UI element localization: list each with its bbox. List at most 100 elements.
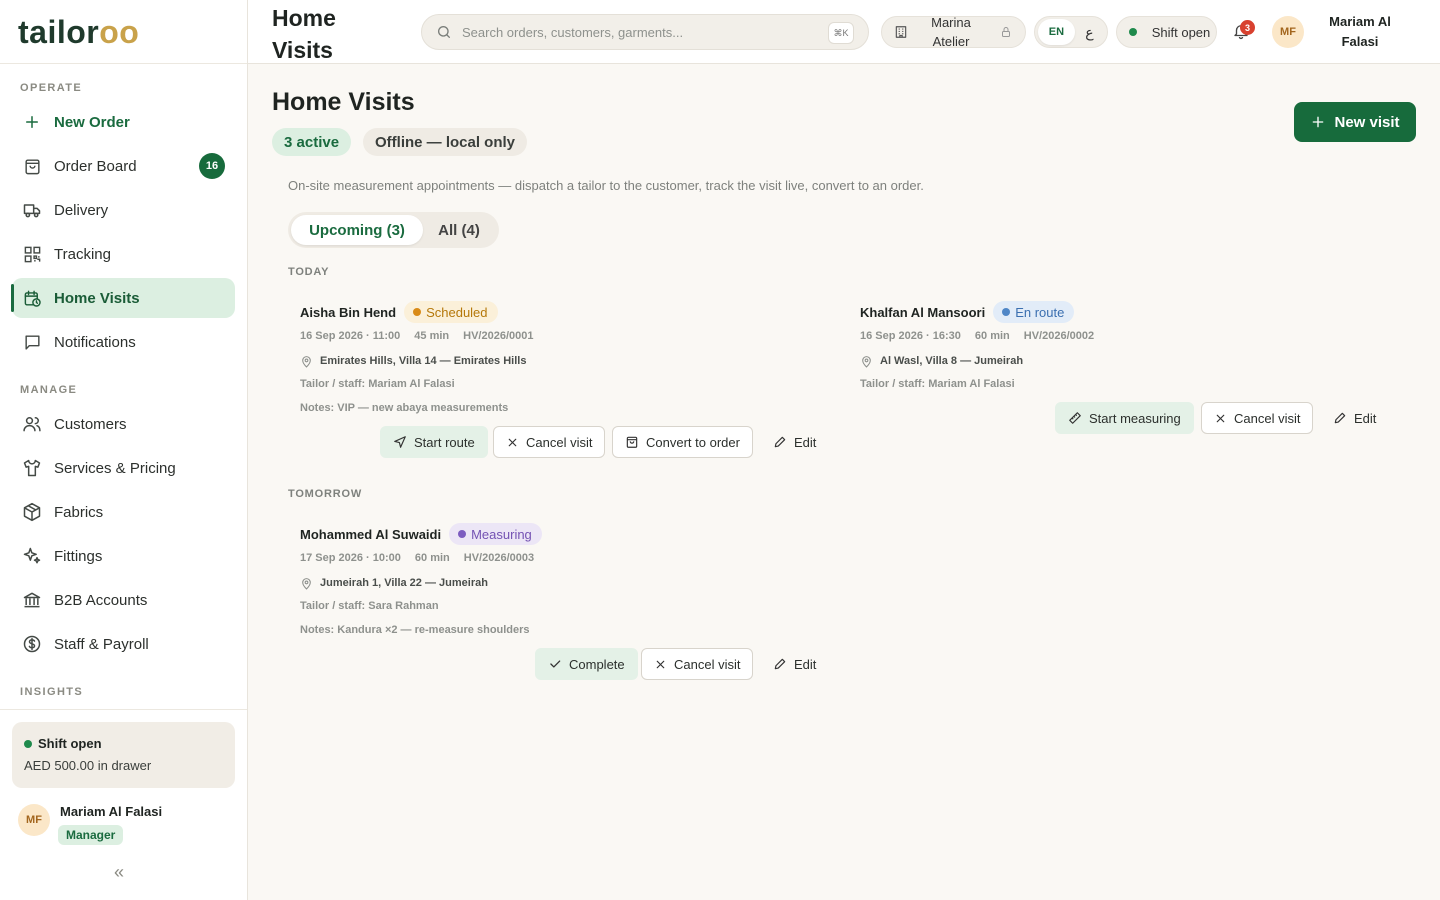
navigation-icon [393,435,407,449]
button-label: Start route [414,434,475,450]
sidebar-user[interactable]: MF Mariam Al Falasi Manager [18,804,162,845]
sidebar-item-fabrics[interactable]: Fabrics [12,492,235,532]
edit-button[interactable]: Edit [760,648,829,680]
visit-staff: Tailor / staff: Mariam Al Falasi [860,378,1015,390]
tab-all[interactable]: All (4) [423,215,495,245]
sidebar-item-home-visits[interactable]: Home Visits [11,278,235,318]
shift-status-pill[interactable]: Shift open [1116,16,1217,48]
plus-icon [22,112,42,132]
search-input[interactable] [462,24,822,40]
customer-name[interactable]: Mohammed Al Suwaidi [300,527,441,542]
shortcut-hint: ⌘K [828,22,854,44]
visit-address: Jumeirah 1, Villa 22 — Jumeirah [320,577,488,589]
close-icon [654,658,667,671]
status-badge: Scheduled [404,301,498,323]
sidebar-item-label: Order Board [54,157,137,175]
new-visit-button[interactable]: New visit [1294,102,1416,142]
button-label: Start measuring [1089,410,1181,426]
store-selector[interactable]: Marina Atelier [881,15,1026,49]
cancel-visit-button[interactable]: Cancel visit [1201,402,1314,434]
tab-upcoming[interactable]: Upcoming (3) [291,215,423,245]
shift-status-card[interactable]: Shift open AED 500.00 in drawer [12,722,235,788]
customer-name[interactable]: Khalfan Al Mansoori [860,305,985,320]
visit-duration: 60 min [974,330,1010,342]
sidebar-item-label: Customers [54,415,127,433]
group-label-tomorrow: TOMORROW [288,488,363,500]
visit-datetime: 17 Sep 2026 · 10:00 [300,552,401,564]
status-badge: En route [993,301,1075,323]
cancel-visit-button[interactable]: Cancel visit [641,648,754,680]
new-visit-label: New visit [1334,113,1400,131]
shift-drawer-amount: AED 500.00 in drawer [24,758,152,773]
notification-count-badge: 3 [1240,20,1255,35]
sidebar-item-label: Fabrics [54,503,104,521]
shift-status-text: Shift open [1151,24,1211,40]
avatar[interactable]: MF [1272,16,1304,48]
edit-button[interactable]: Edit [1320,402,1389,434]
status-dot-icon [24,739,32,748]
sidebar-item-services-pricing[interactable]: Services & Pricing [12,448,235,488]
collapse-sidebar-button[interactable]: « [114,862,124,883]
visit-address: Al Wasl, Villa 8 — Jumeirah [880,355,1024,367]
brand-logo[interactable]: tailoroo [0,0,247,64]
calendar-clock-icon [22,288,42,308]
edit-button[interactable]: Edit [760,426,829,458]
start-measuring-button[interactable]: Start measuring [1055,402,1194,434]
visit-staff: Tailor / staff: Mariam Al Falasi [300,378,455,390]
visit-datetime: 16 Sep 2026 · 16:30 [860,330,961,342]
users-icon [22,414,42,434]
sidebar-divider [0,709,247,710]
sidebar-item-fittings[interactable]: Fittings [12,536,235,576]
sparkles-icon [22,546,42,566]
complete-button[interactable]: Complete [535,648,638,680]
sidebar-item-label: Delivery [54,201,109,219]
close-icon [1214,412,1227,425]
shopping-bag-icon [22,156,42,176]
button-label: Edit [794,656,817,672]
pencil-icon [1333,411,1347,425]
sidebar-item-new-order[interactable]: New Order [12,102,235,142]
visit-tabs: Upcoming (3) All (4) [288,212,499,248]
convert-to-order-button[interactable]: Convert to order [612,426,753,458]
page-title: Home Visits [272,88,415,116]
visit-duration: 60 min [414,552,450,564]
cancel-visit-button[interactable]: Cancel visit [493,426,606,458]
sidebar-item-staff-payroll[interactable]: Staff & Payroll [12,624,235,664]
status-badge: Measuring [449,523,542,545]
role-badge: Manager [58,825,124,845]
sidebar-item-order-board[interactable]: Order Board 16 [12,146,235,186]
start-route-button[interactable]: Start route [380,426,488,458]
sidebar-section-manage: MANAGE [20,384,78,396]
close-icon [506,436,519,449]
truck-icon [22,200,42,220]
sidebar-item-b2b-accounts[interactable]: B2B Accounts [12,580,235,620]
brand-logo-part1: tailor [18,14,100,50]
sidebar-item-delivery[interactable]: Delivery [12,190,235,230]
search-bar[interactable]: ⌘K [421,14,869,50]
map-pin-icon [860,355,873,368]
order-count-badge: 16 [199,153,225,179]
customer-name[interactable]: Aisha Bin Hend [300,305,396,320]
sidebar-item-label: B2B Accounts [54,591,148,609]
header-user-name[interactable]: Mariam Al Falasi [1320,12,1400,52]
sidebar-section-operate: OPERATE [20,82,83,94]
sidebar-item-notifications[interactable]: Notifications [12,322,235,362]
lang-ar-button[interactable]: ع [1075,24,1104,41]
sidebar-item-tracking[interactable]: Tracking [12,234,235,274]
shirt-icon [22,458,42,478]
visit-reference: HV/2026/0001 [463,330,534,342]
button-label: Cancel visit [1234,410,1301,426]
lock-icon [1000,26,1012,38]
visit-card: Aisha Bin Hend Scheduled 16 Sep 2026 · 1… [300,300,548,416]
button-label: Edit [1354,410,1377,426]
check-icon [548,657,562,671]
status-dot-icon [1129,28,1137,36]
visit-notes: Notes: Kandura ×2 — re-measure shoulders [300,624,530,636]
sidebar-item-label: Tracking [54,245,111,263]
button-label: Convert to order [646,434,740,450]
visit-address: Emirates Hills, Villa 14 — Emirates Hill… [320,355,527,367]
shopping-bag-icon [625,435,639,449]
button-label: Edit [794,434,817,450]
sidebar-item-customers[interactable]: Customers [12,404,235,444]
lang-en-button[interactable]: EN [1038,19,1075,45]
